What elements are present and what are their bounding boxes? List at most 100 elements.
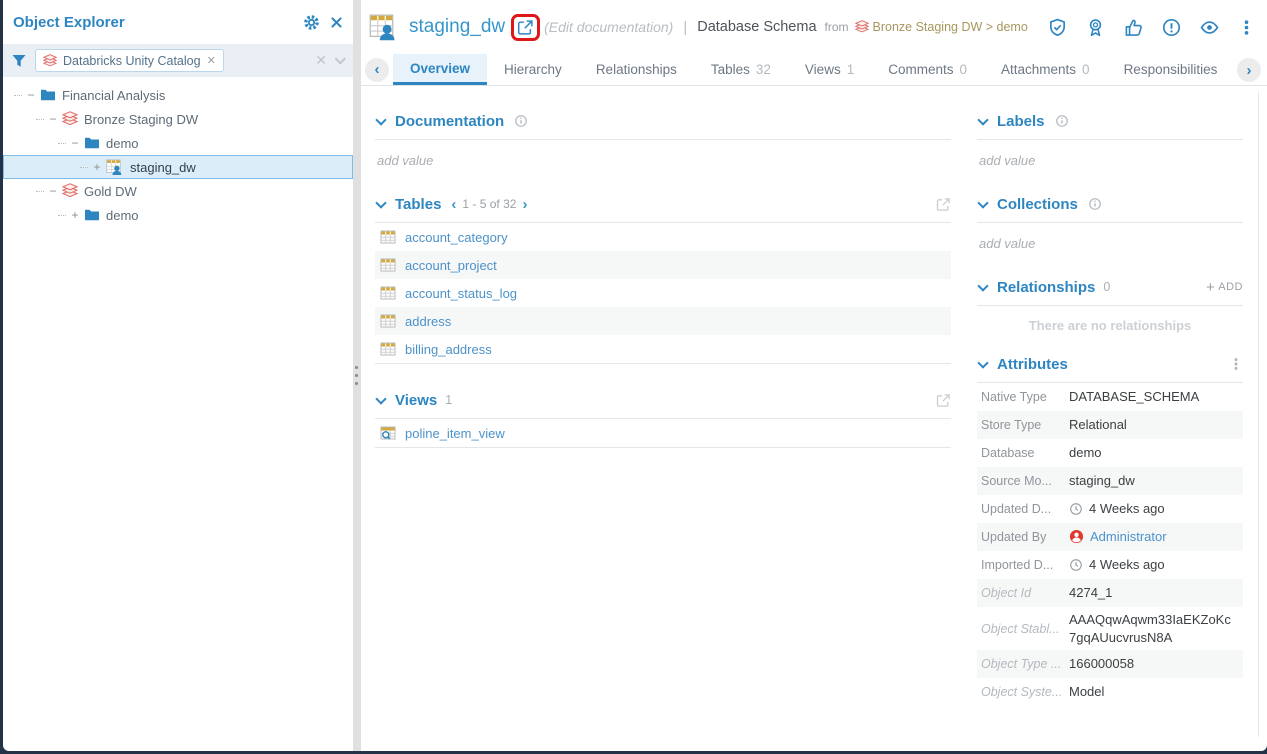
filter-dropdown-chevron-icon[interactable] [335, 53, 346, 64]
tree-item-bronze-staging-dw[interactable]: − Bronze Staging DW [3, 107, 353, 131]
tree-item-demo-2[interactable]: + demo [3, 203, 353, 227]
filter-chip[interactable]: Databricks Unity Catalog ✕ [35, 49, 224, 72]
add-relationship-button[interactable]: + ADD [1206, 280, 1243, 295]
chevron-down-icon[interactable] [375, 114, 386, 125]
relationships-section: Relationships 0 + ADD There are no relat… [977, 278, 1243, 333]
tree-item-staging-dw[interactable]: + staging_dw [3, 155, 353, 179]
updated-by-user-link[interactable]: Administrator [1069, 524, 1171, 550]
table-icon [380, 313, 396, 329]
tab-attachments[interactable]: Attachments0 [984, 54, 1107, 85]
attribute-row: Database demo [977, 439, 1243, 467]
section-title: Labels [997, 113, 1045, 130]
table-row[interactable]: billing_address [375, 335, 951, 363]
chevron-down-icon[interactable] [375, 393, 386, 404]
section-title: Views [395, 392, 437, 409]
tree-item-financial-analysis[interactable]: − Financial Analysis [3, 83, 353, 107]
section-title: Documentation [395, 113, 504, 130]
object-explorer-header: Object Explorer [3, 0, 353, 44]
schema-icon [106, 158, 124, 176]
layers-icon [62, 183, 78, 199]
tree-expander[interactable]: + [69, 208, 81, 222]
tab-scroll-right-button[interactable]: › [1237, 58, 1261, 82]
tab-hierarchy[interactable]: Hierarchy [487, 54, 579, 85]
table-row[interactable]: account_status_log [375, 279, 951, 307]
tab-responsibilities[interactable]: Responsibilities [1107, 54, 1229, 85]
tree-expander[interactable]: − [47, 184, 59, 198]
chevron-down-icon[interactable] [375, 197, 386, 208]
attribute-row: Object Id 4274_1 [977, 579, 1243, 607]
app-window: Object Explorer Databricks Unity Catalog… [0, 0, 1267, 754]
pagination-prev[interactable]: ‹ [451, 197, 456, 212]
kebab-menu-icon[interactable] [1238, 19, 1255, 36]
documentation-add-value[interactable]: add value [375, 140, 951, 168]
views-section: Views 1 poline_item_view [375, 391, 951, 448]
gear-icon[interactable] [303, 14, 320, 31]
award-icon[interactable] [1086, 18, 1105, 37]
collections-add-value[interactable]: add value [977, 223, 1243, 251]
folder-icon [84, 135, 100, 151]
open-in-new-icon[interactable] [517, 19, 534, 36]
chevron-down-icon[interactable] [977, 357, 988, 368]
open-list-icon[interactable] [936, 197, 951, 212]
labels-add-value[interactable]: add value [977, 140, 1243, 168]
tab-relationships[interactable]: Relationships [579, 54, 694, 85]
tree-expander[interactable]: − [47, 112, 59, 126]
alert-circle-icon[interactable] [1162, 18, 1181, 37]
folder-icon [40, 87, 56, 103]
documentation-section: Documentation add value [375, 112, 951, 168]
tab-scroll-left-button[interactable]: ‹ [365, 58, 389, 82]
attribute-row: Updated D... 4 Weeks ago [977, 495, 1243, 523]
tree-expander[interactable]: − [69, 136, 81, 150]
tab-overview[interactable]: Overview [393, 54, 487, 85]
chip-remove-icon[interactable]: ✕ [207, 54, 216, 67]
schema-icon [369, 10, 399, 44]
open-list-icon[interactable] [936, 393, 951, 408]
tree-expander[interactable]: + [91, 160, 103, 174]
tree-item-gold-dw[interactable]: − Gold DW [3, 179, 353, 203]
views-count: 1 [445, 393, 452, 407]
shield-check-icon[interactable] [1048, 18, 1067, 37]
tab-comments[interactable]: Comments0 [871, 54, 984, 85]
attribute-row: Object Syste... Model [977, 678, 1243, 706]
chevron-down-icon[interactable] [977, 197, 988, 208]
table-row[interactable]: address [375, 307, 951, 335]
panel-splitter[interactable] [353, 0, 361, 751]
attribute-row: Native Type DATABASE_SCHEMA [977, 383, 1243, 411]
header-separator: | [683, 19, 687, 36]
attributes-menu-icon[interactable] [1229, 357, 1243, 371]
section-title: Attributes [997, 356, 1068, 373]
chevron-down-icon[interactable] [977, 114, 988, 125]
table-icon [380, 285, 396, 301]
chevron-down-icon[interactable] [977, 280, 988, 291]
pagination-next[interactable]: › [522, 197, 527, 212]
info-icon [1055, 114, 1069, 128]
eye-icon[interactable] [1200, 18, 1219, 37]
info-icon [1088, 197, 1102, 211]
avatar-icon [1069, 529, 1084, 544]
edit-documentation-hint[interactable]: (Edit documentation) [544, 19, 673, 35]
labels-section: Labels add value [977, 112, 1243, 168]
filter-funnel-icon[interactable] [11, 53, 27, 69]
relationships-count: 0 [1103, 280, 1110, 294]
section-title: Relationships [997, 279, 1095, 296]
layers-icon [855, 20, 869, 34]
thumbs-up-icon[interactable] [1124, 18, 1143, 37]
object-explorer-panel: Object Explorer Databricks Unity Catalog… [3, 0, 353, 751]
tree-item-label: Financial Analysis [62, 88, 165, 103]
close-icon[interactable] [330, 16, 343, 29]
view-icon [380, 425, 396, 441]
tree-item-demo[interactable]: − demo [3, 131, 353, 155]
section-title: Tables [395, 196, 441, 213]
breadcrumb[interactable]: Bronze Staging DW > demo [873, 20, 1028, 34]
table-icon [380, 257, 396, 273]
clock-icon [1069, 502, 1083, 516]
filter-clear-icon[interactable]: ✕ [315, 52, 327, 69]
tree-expander[interactable]: − [25, 88, 37, 102]
table-row[interactable]: account_project [375, 251, 951, 279]
view-row[interactable]: poline_item_view [375, 419, 951, 447]
table-row[interactable]: account_category [375, 223, 951, 251]
scrollbar-track[interactable] [1258, 92, 1259, 737]
tab-tables[interactable]: Tables32 [694, 54, 788, 85]
tab-views[interactable]: Views1 [788, 54, 871, 85]
object-tree: − Financial Analysis − Bronze Staging DW… [3, 77, 353, 227]
